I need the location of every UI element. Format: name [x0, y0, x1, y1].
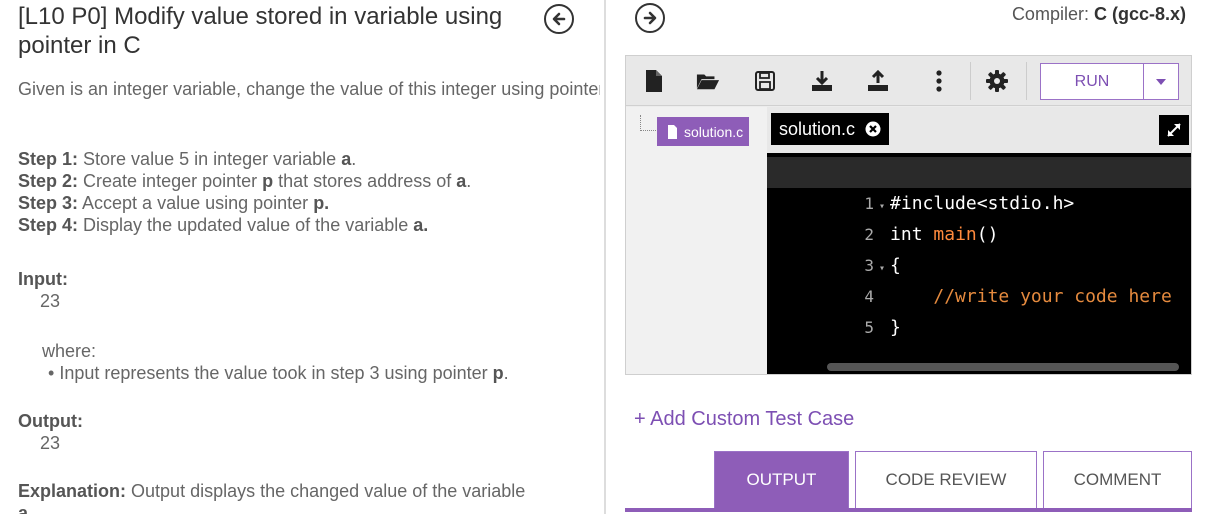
input-label: Input: [18, 269, 68, 289]
compiler-value: C (gcc-8.x) [1093, 4, 1186, 24]
expand-right-button[interactable] [635, 3, 665, 33]
tab-code-review[interactable]: CODE REVIEW [855, 451, 1037, 509]
toolbar-separator [1026, 62, 1027, 100]
run-options-dropdown[interactable] [1144, 64, 1178, 99]
step-3: Step 3: Accept a value using pointer p. [18, 192, 329, 214]
explanation-var: a [18, 503, 29, 514]
expand-icon [1167, 123, 1181, 137]
file-tree: solution.c [626, 107, 767, 374]
step-suffix: . [351, 149, 357, 169]
input-heading: Input: [18, 268, 68, 290]
where-bullet-var: p [492, 363, 504, 383]
tab-underline [625, 508, 1192, 512]
input-value: 23 [40, 291, 61, 311]
explanation: Explanation: Output displays the changed… [18, 480, 525, 502]
editor-tabbar: solution.c [767, 107, 1191, 153]
code-editor: RUN solution.c solution.c 1 ▾ #include<s… [625, 55, 1192, 375]
code-line: 5} [767, 281, 1191, 338]
more-vertical-icon[interactable] [927, 69, 951, 93]
step-var: a [341, 149, 352, 169]
close-tab-icon[interactable] [865, 121, 881, 137]
file-tab[interactable]: solution.c [771, 113, 890, 145]
tree-file-item[interactable]: solution.c [657, 117, 750, 146]
problem-description: Given is an integer variable, change the… [18, 78, 600, 100]
step-text: Display the updated value of the variabl… [83, 215, 414, 235]
arrow-right-icon [643, 11, 657, 25]
step-var: a. [413, 215, 429, 235]
tab-comment[interactable]: COMMENT [1043, 451, 1192, 509]
pane-divider[interactable] [604, 0, 606, 514]
caret-down-icon [1156, 78, 1166, 85]
run-button-group: RUN [1040, 63, 1179, 100]
explanation-overflow: a [18, 502, 28, 514]
collapse-left-button[interactable] [544, 4, 574, 34]
where-bullet-text: Input represents the value took in step … [59, 363, 493, 383]
open-folder-icon[interactable] [696, 69, 720, 93]
download-icon[interactable] [810, 69, 834, 93]
step-var: p [262, 171, 274, 191]
where-bullet-suffix: . [503, 363, 509, 383]
where-bullet: • Input represents the value took in ste… [48, 362, 509, 384]
step-2: Step 2: Create integer pointer p that st… [18, 170, 471, 192]
code-line: 1 ▾ #include<stdio.h> [767, 157, 1191, 214]
step-label: Step 4: [18, 215, 79, 235]
editor-toolbar: RUN [626, 56, 1191, 106]
tree-connector [640, 115, 656, 131]
new-file-icon[interactable] [642, 69, 666, 93]
code-line: 4 //write your code here [767, 250, 1191, 307]
save-icon[interactable] [753, 69, 777, 93]
upload-icon[interactable] [866, 69, 890, 93]
step-text-mid: that stores address of [273, 171, 457, 191]
line-number: 5 [864, 318, 875, 337]
arrow-left-icon [552, 12, 566, 26]
step-label: Step 2: [18, 171, 79, 191]
step-4: Step 4: Display the updated value of the… [18, 214, 428, 236]
explanation-label: Explanation: [18, 481, 127, 501]
step-1: Step 1: Store value 5 in integer variabl… [18, 148, 356, 170]
description-text: Given is an integer variable, change the… [18, 79, 600, 99]
horizontal-scrollbar[interactable] [827, 363, 1179, 371]
add-custom-test-case-link[interactable]: + Add Custom Test Case [634, 408, 854, 431]
step-label: Step 1: [18, 149, 79, 169]
fullscreen-button[interactable] [1159, 115, 1189, 145]
step-text: Create integer pointer [83, 171, 263, 191]
code-pane[interactable]: solution.c 1 ▾ #include<stdio.h> 2 int main… [767, 107, 1191, 374]
code-line: 3 ▾{ [767, 219, 1191, 276]
tree-file-name: solution.c [684, 123, 744, 140]
settings-gear-icon[interactable] [985, 69, 1009, 93]
file-tab-label: solution.c [779, 118, 856, 139]
step-text: Store value 5 in integer variable [83, 149, 342, 169]
code-line: 2 int main() [767, 188, 1191, 245]
compiler-label: Compiler: C (gcc-8.x) [1012, 4, 1186, 25]
output-heading: Output: [18, 410, 83, 432]
code-text: } [890, 317, 901, 338]
step-text: Accept a value using pointer [82, 193, 314, 213]
step-var: a [456, 171, 467, 191]
step-var: p. [313, 193, 330, 213]
explanation-text: Output displays the changed value of the… [131, 481, 526, 501]
toolbar-separator [970, 62, 971, 100]
step-label: Step 3: [18, 193, 79, 213]
tab-output[interactable]: OUTPUT [714, 451, 849, 509]
file-icon [668, 124, 677, 139]
problem-pane: [L10 P0] Modify value stored in variable… [0, 0, 600, 514]
compiler-prefix: Compiler: [1011, 4, 1094, 24]
run-button[interactable]: RUN [1041, 64, 1144, 99]
output-label: Output: [18, 411, 83, 431]
problem-title: [L10 P0] Modify value stored in variable… [18, 3, 503, 59]
output-value: 23 [40, 433, 61, 453]
step-suffix: . [466, 171, 472, 191]
where-label: where: [42, 341, 97, 361]
bullet-dot: • [48, 363, 55, 383]
